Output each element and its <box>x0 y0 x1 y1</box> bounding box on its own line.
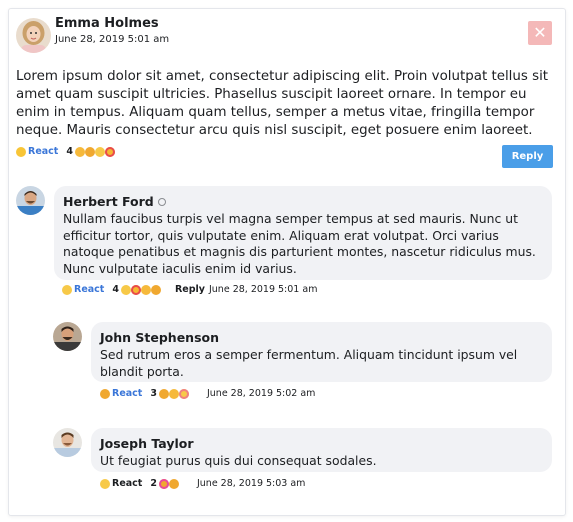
wink-icon <box>168 388 179 399</box>
react-label: React <box>112 388 143 399</box>
comment-author-name[interactable]: Joseph Taylor <box>100 436 194 451</box>
grin-icon <box>94 146 105 157</box>
comment-bubble: Herbert Ford Nullam faucibus turpis vel … <box>54 186 552 280</box>
react-label: React <box>112 478 143 489</box>
wink-icon <box>74 146 85 157</box>
hug-icon <box>168 478 179 489</box>
post-reaction-bar: React 4 <box>16 146 115 157</box>
comment-author-name[interactable]: John Stephenson <box>100 330 219 345</box>
blush-icon <box>178 388 189 399</box>
avatar-emma-holmes[interactable] <box>16 18 51 53</box>
avatar-herbert-ford[interactable] <box>16 186 45 215</box>
hug-icon <box>150 284 161 295</box>
comment-date: June 28, 2019 5:01 am <box>208 284 318 295</box>
comment-date: June 28, 2019 5:02 am <box>206 388 316 399</box>
heart-eyes-icon <box>104 146 115 157</box>
hug-icon <box>84 146 95 157</box>
react-button[interactable]: React <box>100 388 142 399</box>
react-button[interactable]: React <box>16 146 58 157</box>
react-button[interactable]: React <box>100 478 142 489</box>
comment-reaction-bar: React 3 June 28, 2019 5:02 am <box>100 388 315 399</box>
party-icon <box>158 478 169 489</box>
comment-date: June 28, 2019 5:03 am <box>196 478 306 489</box>
react-label: React <box>28 146 59 157</box>
post-author-name[interactable]: Emma Holmes <box>55 16 159 31</box>
avatar-joseph-taylor[interactable] <box>53 428 82 457</box>
reaction-count: 4 <box>112 284 119 295</box>
avatar-john-stephenson[interactable] <box>53 322 82 351</box>
reaction-count: 2 <box>150 478 157 489</box>
hug-icon <box>100 388 110 399</box>
laugh-icon <box>140 284 151 295</box>
comment-text: Nullam faucibus turpis vel magna semper … <box>63 211 536 276</box>
post-date: June 28, 2019 5:01 am <box>55 34 170 45</box>
comment-bubble: Joseph Taylor Ut feugiat purus quis dui … <box>91 428 552 472</box>
react-label: React <box>74 284 105 295</box>
grin-icon <box>62 284 72 295</box>
wink-icon <box>16 146 26 157</box>
grin-icon <box>120 284 131 295</box>
comment-bubble: John Stephenson Sed rutrum eros a semper… <box>91 322 552 382</box>
react-button[interactable]: React <box>62 284 104 295</box>
hug-icon <box>158 388 169 399</box>
heart-eyes-icon <box>130 284 141 295</box>
reaction-count: 3 <box>150 388 157 399</box>
comment-text: Sed rutrum eros a semper fermentum. Aliq… <box>100 347 518 379</box>
reply-button[interactable]: Reply <box>502 145 553 168</box>
close-button[interactable]: ✕ <box>528 21 552 45</box>
reply-link[interactable]: Reply <box>175 284 205 295</box>
comment-author-name[interactable]: Herbert Ford <box>63 194 154 209</box>
comment-text: Ut feugiat purus quis dui consequat soda… <box>100 453 377 468</box>
reaction-count: 4 <box>66 146 73 157</box>
post-body: Lorem ipsum dolor sit amet, consectetur … <box>16 69 549 138</box>
comment-reaction-bar: React 2 June 28, 2019 5:03 am <box>100 478 305 489</box>
close-icon: ✕ <box>533 23 547 42</box>
comment-reaction-bar: React 4 Reply June 28, 2019 5:01 am <box>62 284 317 295</box>
settings-icon[interactable] <box>157 197 166 206</box>
grin-icon <box>100 478 110 489</box>
